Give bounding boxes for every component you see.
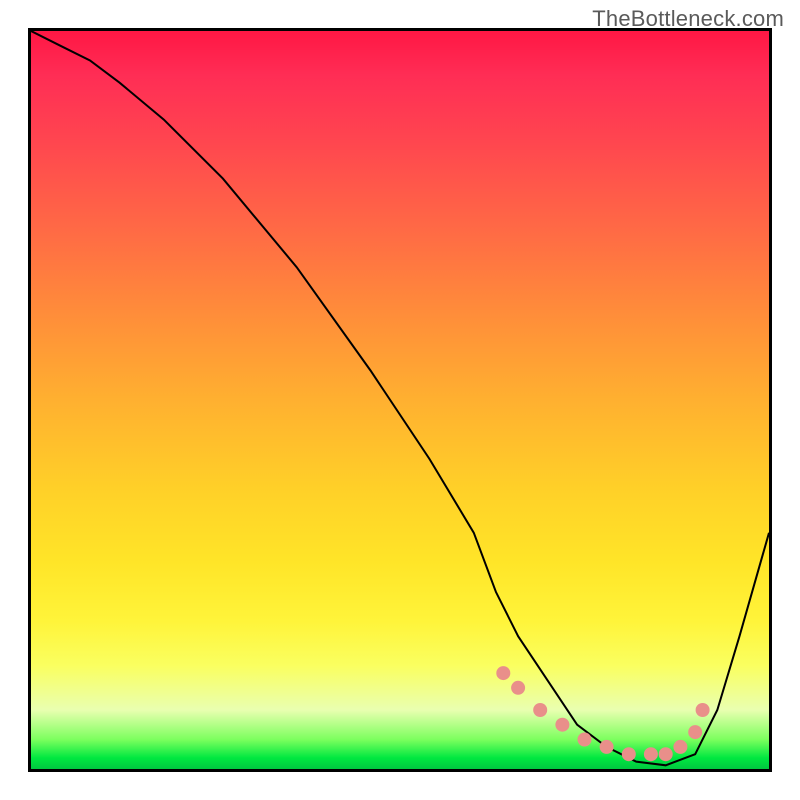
marker-dot xyxy=(673,740,687,754)
marker-dot xyxy=(696,703,710,717)
optimal-markers xyxy=(496,666,709,761)
marker-dot xyxy=(622,747,636,761)
marker-dot xyxy=(496,666,510,680)
marker-dot xyxy=(533,703,547,717)
marker-dot xyxy=(659,747,673,761)
marker-dot xyxy=(555,718,569,732)
chart-container: TheBottleneck.com xyxy=(0,0,800,800)
marker-dot xyxy=(578,733,592,747)
marker-dot xyxy=(644,747,658,761)
plot-area xyxy=(28,28,772,772)
chart-overlay xyxy=(31,31,769,769)
curve-path xyxy=(31,31,769,765)
marker-dot xyxy=(688,725,702,739)
marker-dot xyxy=(511,681,525,695)
marker-dot xyxy=(600,740,614,754)
